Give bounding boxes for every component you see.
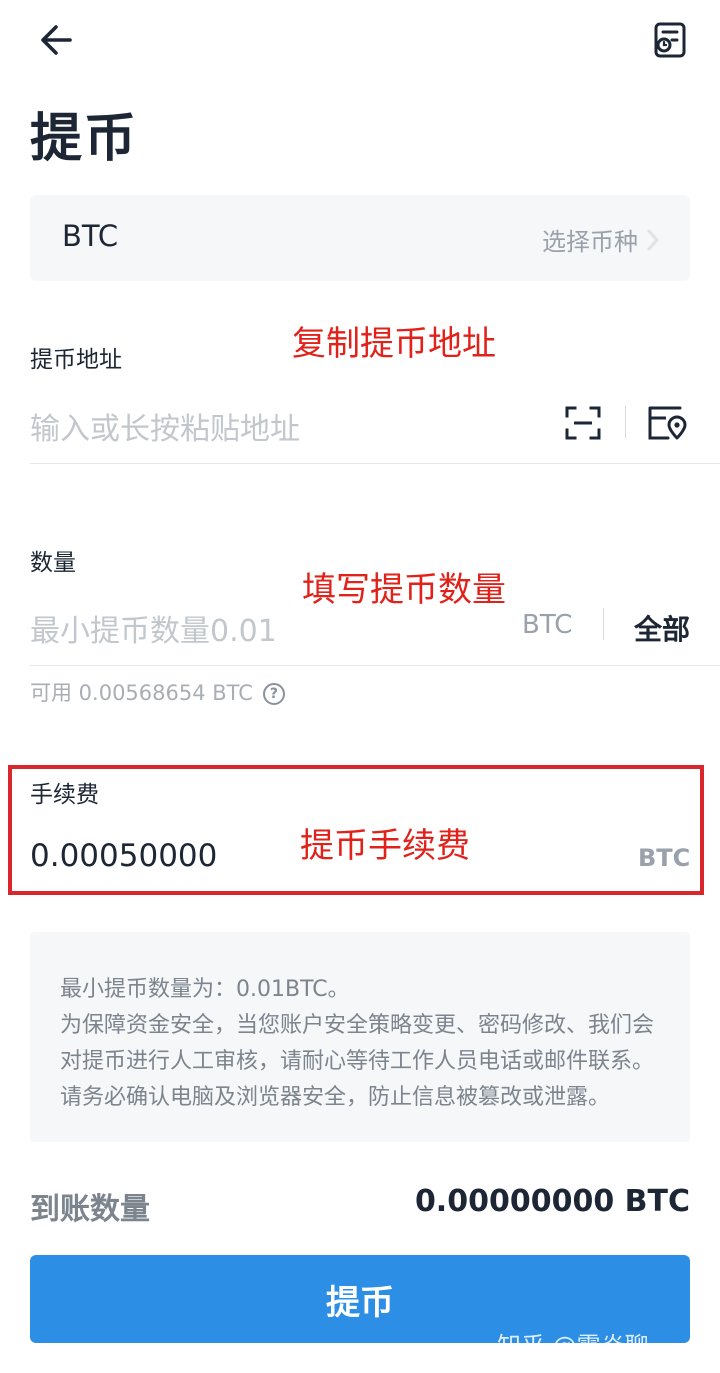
fee-label: 手续费 [30,782,99,808]
address-underline [30,463,720,464]
address-divider [625,406,626,438]
coin-symbol: BTC [62,219,119,253]
arrow-left-icon [41,25,72,55]
scan-button[interactable] [564,404,602,442]
address-book-button[interactable] [646,404,688,442]
history-button[interactable] [642,12,698,68]
annotation-fee: 提币手续费 [300,826,470,866]
received-label: 到账数量 [30,1192,150,1227]
address-label: 提币地址 [30,347,122,373]
address-input[interactable]: 输入或长按粘贴地址 [30,404,530,448]
notice-line-3: 请务必确认电脑及浏览器安全，防止信息被篡改或泄露。 [60,1085,611,1110]
annotation-fill-amount: 填写提币数量 [302,570,506,610]
fee-unit: BTC [638,844,691,872]
select-coin-label: 选择币种 [542,228,638,256]
notice-panel: 最小提币数量为：0.01BTC。 为保障资金安全，当您账户安全策略变更、密码修改… [30,932,690,1142]
available-text: 可用 0.00568654 BTC [30,681,253,705]
amount-input[interactable]: 最小提币数量0.01 [30,606,490,650]
watermark: 知乎 @霖焱聊Web3.0 [497,1332,649,1373]
scan-icon [565,406,601,440]
record-icon [654,22,686,58]
notice-line-1: 最小提币数量为：0.01BTC。 [60,977,350,1002]
back-button[interactable] [30,14,82,66]
fee-value: 0.00050000 [30,838,218,874]
coin-selector[interactable]: BTC 选择币种 [30,195,690,281]
notice-line-2: 为保障资金安全，当您账户安全策略变更、密码修改、我们会对提币进行人工审核，请耐心… [60,1013,655,1074]
received-value: 0.00000000 BTC [414,1184,690,1219]
available-balance: 可用 0.00568654 BTC? [30,677,285,707]
amount-underline [30,665,720,666]
select-coin-link[interactable]: 选择币种 [542,222,660,257]
chevron-right-icon [647,229,659,250]
address-book-icon [648,406,687,440]
annotation-copy-address: 复制提币地址 [292,324,496,364]
question-circle-icon[interactable]: ? [262,683,285,705]
amount-label: 数量 [30,550,76,576]
page-title: 提币 [30,109,139,169]
amount-divider [603,608,604,640]
all-button[interactable]: 全部 [634,608,690,648]
amount-unit: BTC [522,610,573,640]
